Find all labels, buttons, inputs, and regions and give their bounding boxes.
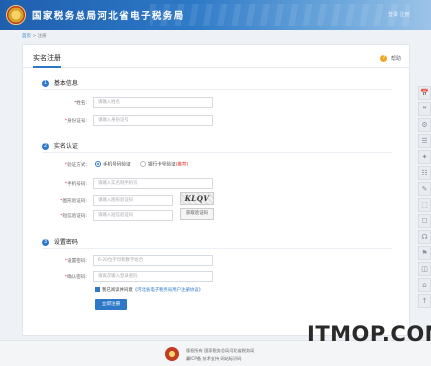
- title-accent-bar: [33, 66, 61, 68]
- captcha-label: *图形验证码:: [60, 199, 87, 204]
- password-input[interactable]: 6-20位字母和数字组合: [93, 255, 213, 266]
- agreement-row: 我已阅读并同意《河北省电子税务局用户注册协议》: [95, 287, 203, 293]
- rail-tool-icon-5[interactable]: ✦: [418, 150, 431, 164]
- section-title-password: 设置密码: [53, 239, 78, 246]
- section-password: 3 设置密码: [42, 237, 78, 246]
- breadcrumb-home[interactable]: 首页: [22, 34, 31, 39]
- captcha-input[interactable]: 请输入图形验证码: [93, 195, 173, 206]
- section-number-1: 1: [42, 80, 49, 87]
- watermark-text: ITMOP.COM: [307, 322, 431, 346]
- rail-tool-icon-13[interactable]: ⌂: [418, 278, 431, 292]
- site-title: 国家税务总局河北省电子税务局: [32, 11, 185, 22]
- rail-tool-icon-1[interactable]: 📅: [418, 86, 431, 100]
- name-input[interactable]: 请输入姓名: [93, 97, 213, 108]
- agreement-checkbox[interactable]: [95, 287, 100, 292]
- id-number-label: *身份证号:: [64, 119, 87, 124]
- get-sms-code-button[interactable]: 获取验证码: [180, 208, 214, 220]
- agreement-link[interactable]: 《河北省电子税务局用户注册协议》: [133, 288, 203, 293]
- radio-unselected-icon: [140, 161, 146, 167]
- title-divider: [23, 67, 409, 68]
- section-number-3: 3: [42, 239, 49, 246]
- radio-phone-verify[interactable]: 手机号码验证: [95, 161, 131, 168]
- section-divider: [42, 89, 392, 90]
- confirm-password-input[interactable]: 请再次输入登录密码: [93, 271, 213, 282]
- footer-emblem-icon: [165, 347, 179, 361]
- rail-tool-icon-3[interactable]: ⚙: [418, 118, 431, 132]
- rail-tool-icon-6[interactable]: ☷: [418, 166, 431, 180]
- login-register-links[interactable]: 登录 注册: [388, 11, 410, 18]
- password-label: *设置密码:: [64, 259, 87, 264]
- phone-input[interactable]: 请输入实名制手机号: [93, 178, 213, 189]
- help-icon: ?: [380, 55, 388, 62]
- radio-selected-icon: [95, 161, 101, 167]
- section-basic-info: 1 基本信息: [42, 78, 78, 87]
- name-label: *姓名:: [73, 101, 87, 106]
- confirm-password-label: *确认密码:: [64, 275, 87, 280]
- footer-line-1: 版权所有 国家税务总局河北省税务局: [186, 348, 255, 353]
- breadcrumb-current: 注册: [37, 34, 47, 39]
- rail-tool-icon-14[interactable]: ↑: [418, 294, 431, 308]
- rail-tool-icon-12[interactable]: ◫: [418, 262, 431, 276]
- section-title-basic: 基本信息: [53, 80, 78, 87]
- verify-method-label: *验证方式:: [64, 163, 87, 168]
- phone-label: *手机号码:: [64, 182, 87, 187]
- site-header: 国家税务总局河北省电子税务局 登录 注册: [0, 0, 431, 30]
- radio-bank-verify[interactable]: 银行卡号验证(推荐): [140, 161, 188, 168]
- section-title-verify: 实名认证: [53, 143, 78, 150]
- help-link[interactable]: ? 帮助: [380, 55, 401, 62]
- agreement-prefix: 我已阅读并同意: [102, 288, 133, 293]
- right-side-toolbar: 📅 ❝ ⚙ ☰ ✦ ☷ ✎ ⬚ ☐ ☊ ⚑ ◫ ⌂ ↑: [418, 86, 431, 310]
- sms-code-label: *短信验证码:: [60, 214, 87, 219]
- section-divider: [42, 152, 392, 153]
- rail-tool-icon-7[interactable]: ✎: [418, 182, 431, 196]
- rail-tool-icon-9[interactable]: ☐: [418, 214, 431, 228]
- rail-tool-icon-10[interactable]: ☊: [418, 230, 431, 244]
- breadcrumb-separator: >: [32, 34, 37, 39]
- section-verification: 2 实名认证: [42, 141, 78, 150]
- id-number-input[interactable]: 请输入身份证号: [93, 115, 213, 126]
- sms-code-input[interactable]: 请输入短信验证码: [93, 210, 173, 221]
- rail-tool-icon-11[interactable]: ⚑: [418, 246, 431, 260]
- rail-tool-icon-8[interactable]: ⬚: [418, 198, 431, 212]
- rail-tool-icon-4[interactable]: ☰: [418, 134, 431, 148]
- footer-line-2: 冀ICP备 技术支持 网站标识码: [186, 356, 242, 361]
- section-number-2: 2: [42, 143, 49, 150]
- rail-tool-icon-2[interactable]: ❝: [418, 102, 431, 116]
- registration-card: 实名注册 ? 帮助: [22, 44, 410, 336]
- breadcrumb: 首页 > 注册: [22, 33, 47, 39]
- section-divider: [42, 248, 392, 249]
- help-label: 帮助: [390, 56, 401, 62]
- tax-emblem-icon: [6, 5, 26, 25]
- page-title: 实名注册: [33, 54, 61, 62]
- captcha-image[interactable]: KLQV: [180, 192, 214, 205]
- register-submit-button[interactable]: 立即注册: [95, 299, 127, 310]
- greatwall-banner: [150, 4, 410, 26]
